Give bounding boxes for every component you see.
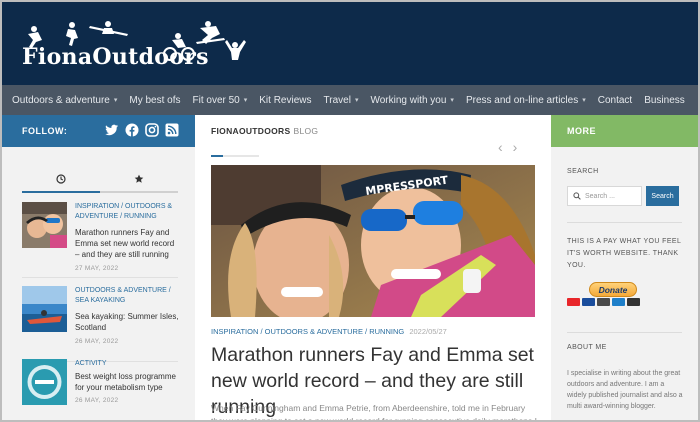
nav-item-my-best-ofs[interactable]: My best ofs — [129, 95, 180, 106]
more-bar: MORE — [551, 115, 698, 147]
twitter-icon[interactable] — [105, 123, 119, 137]
mastercard-icon — [567, 298, 580, 306]
nav-item-working-with-you[interactable]: Working with you ▾ — [370, 95, 453, 106]
nav-item-label: Working with you — [370, 94, 447, 106]
nav-item-fit-over-50[interactable]: Fit over 50 ▾ — [193, 95, 248, 106]
more-label: MORE — [567, 126, 596, 136]
nav-item-label: Business — [644, 94, 685, 106]
star-icon — [134, 174, 144, 183]
bank-icon — [627, 298, 640, 306]
search-heading: SEARCH — [567, 168, 599, 175]
logo-text[interactable]: FionaOutdoors — [22, 44, 209, 70]
nav-item-business[interactable]: Business — [644, 95, 685, 106]
nav-item-press-and-on-line-articles[interactable]: Press and on-line articles ▾ — [466, 95, 586, 106]
browser-viewport: FionaOutdoors Outdoors & adventure ▾ My be… — [0, 0, 700, 422]
list-item[interactable]: INSPIRATION / OUTDOORS & ADVENTURE / RUN… — [22, 202, 178, 278]
nav-item-label: Fit over 50 — [192, 94, 240, 106]
chevron-left-icon[interactable]: ‹ — [498, 139, 503, 155]
chevron-down-icon: ▾ — [450, 97, 454, 104]
tab-recent[interactable] — [22, 167, 100, 193]
divider — [567, 332, 682, 333]
post-categories[interactable]: ACTIVITY — [75, 359, 179, 369]
clock-icon — [56, 174, 66, 184]
card-icon — [597, 298, 610, 306]
chevron-right-icon[interactable]: › — [513, 139, 518, 155]
chevron-down-icon: ▾ — [243, 97, 248, 104]
nav-item-kit-reviews[interactable]: Kit Reviews — [259, 95, 311, 106]
post-title[interactable]: Sea kayaking: Summer Isles, Scotland — [75, 311, 179, 333]
nav-item-contact[interactable]: Contact — [598, 95, 632, 106]
nav-item-label: Press and on-line articles — [465, 94, 579, 106]
instagram-icon[interactable] — [145, 123, 159, 137]
chevron-down-icon: ▾ — [354, 97, 359, 104]
search-placeholder: Search ... — [585, 192, 615, 200]
article-date: 2022/05/27 — [409, 327, 447, 336]
pay-what-you-feel-text: THIS IS A PAY WHAT YOU FEEL IT'S WORTH W… — [567, 238, 682, 269]
follow-bar: FOLLOW: — [2, 115, 195, 147]
article-meta: INSPIRATION / OUTDOORS & ADVENTURE / RUN… — [211, 327, 447, 336]
list-item[interactable]: OUTDOORS & ADVENTURE / SEA KAYAKING Sea … — [22, 286, 179, 362]
about-heading: ABOUT ME — [567, 344, 607, 351]
blog-header-suffix: BLOG — [293, 126, 319, 136]
search-icon — [573, 192, 581, 200]
post-thumbnail[interactable] — [22, 359, 67, 405]
post-date: 26 MAY, 2022 — [75, 397, 119, 404]
site-header: FionaOutdoors — [2, 2, 698, 85]
sidebar-tabs — [22, 167, 178, 193]
post-categories[interactable]: INSPIRATION / OUTDOORS & ADVENTURE / RUN… — [75, 202, 179, 222]
slider-indicator — [211, 155, 259, 157]
nav-item-label: Travel — [323, 94, 351, 106]
list-item[interactable]: ACTIVITY Best weight loss programme for … — [22, 359, 179, 420]
amex-icon — [612, 298, 625, 306]
nav-item-label: Contact — [597, 94, 633, 106]
nav-item-label: Outdoors & adventure — [12, 94, 110, 106]
post-thumbnail[interactable] — [22, 202, 67, 248]
chevron-down-icon: ▾ — [113, 97, 118, 104]
nav-item-label: My best ofs — [129, 94, 181, 106]
post-title[interactable]: Marathon runners Fay and Emma set new wo… — [75, 227, 179, 260]
article-categories[interactable]: INSPIRATION / OUTDOORS & ADVENTURE / RUN… — [211, 327, 404, 336]
facebook-icon[interactable] — [125, 123, 139, 137]
nav-item-travel[interactable]: Travel ▾ — [324, 95, 359, 106]
rss-icon[interactable] — [165, 123, 179, 137]
social-links — [105, 123, 179, 137]
post-categories[interactable]: OUTDOORS & ADVENTURE / SEA KAYAKING — [75, 286, 179, 306]
post-thumbnail[interactable] — [22, 286, 67, 332]
post-date: 26 MAY, 2022 — [75, 338, 119, 345]
blog-header-title: FIONAOUTDOORS — [211, 126, 291, 136]
nav-item-label: Kit Reviews — [259, 94, 312, 106]
follow-label: FOLLOW: — [22, 126, 68, 136]
article-excerpt: When Fay Cunningham and Emma Petrie, fro… — [211, 403, 538, 422]
about-text: I specialise in writing about the great … — [567, 370, 683, 410]
post-title[interactable]: Best weight loss programme for your meta… — [75, 371, 179, 393]
payment-cards — [567, 298, 640, 306]
main-nav: Outdoors & adventure ▾ My best ofs Fit over… — [2, 85, 698, 115]
donate-button[interactable]: Donate — [589, 282, 637, 297]
tab-popular[interactable] — [100, 167, 178, 193]
nav-item-outdoors-adventure[interactable]: Outdoors & adventure ▾ — [12, 95, 117, 106]
divider — [567, 222, 682, 223]
chevron-down-icon: ▾ — [582, 97, 586, 104]
slider-arrows: ‹ › — [498, 139, 517, 155]
visa-icon — [582, 298, 595, 306]
post-date: 27 MAY, 2022 — [75, 265, 119, 272]
search-button[interactable]: Search — [646, 186, 679, 206]
search-input[interactable]: Search ... — [567, 186, 642, 206]
featured-image[interactable]: MPRESSPORT — [211, 165, 535, 317]
